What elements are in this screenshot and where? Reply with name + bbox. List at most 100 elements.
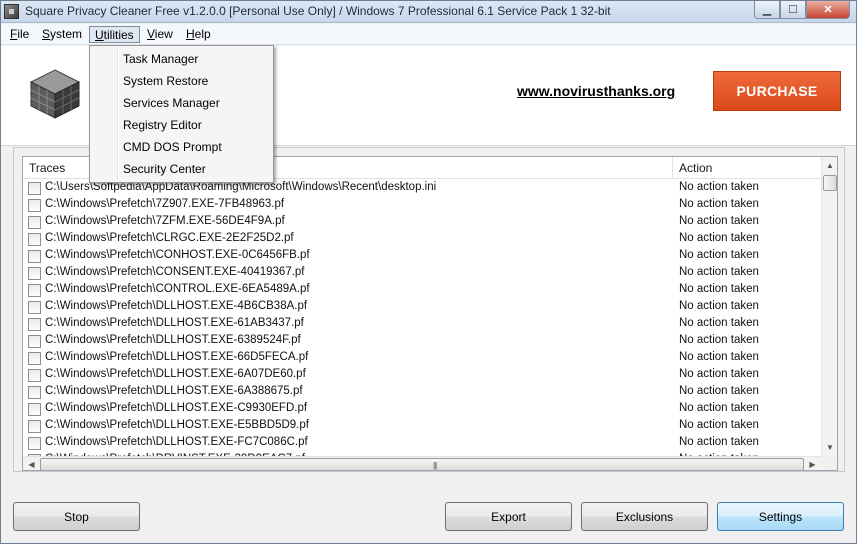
row-checkbox[interactable] bbox=[28, 267, 41, 280]
trace-path: C:\Windows\Prefetch\DLLHOST.EXE-E5BBD5D9… bbox=[45, 419, 309, 431]
row-checkbox[interactable] bbox=[28, 403, 41, 416]
menu-item-task-manager[interactable]: Task Manager bbox=[92, 48, 271, 70]
close-icon: ✕ bbox=[823, 4, 833, 16]
table-row[interactable]: C:\Windows\Prefetch\DLLHOST.EXE-4B6CB38A… bbox=[23, 299, 821, 316]
menu-file[interactable]: File bbox=[5, 26, 34, 43]
row-checkbox[interactable] bbox=[28, 369, 41, 382]
title-bar: Square Privacy Cleaner Free v1.2.0.0 [Pe… bbox=[1, 1, 856, 23]
table-row[interactable]: C:\Windows\Prefetch\DLLHOST.EXE-FC7C086C… bbox=[23, 435, 821, 452]
table-row[interactable]: C:\Windows\Prefetch\CONTROL.EXE-6EA5489A… bbox=[23, 282, 821, 299]
maximize-button[interactable]: ☐ bbox=[780, 1, 806, 19]
table-row[interactable]: C:\Windows\Prefetch\CONHOST.EXE-0C6456FB… bbox=[23, 248, 821, 265]
trace-path: C:\Windows\Prefetch\DLLHOST.EXE-C9930EFD… bbox=[45, 402, 308, 414]
menu-item-services-manager[interactable]: Services Manager bbox=[92, 92, 271, 114]
stop-button[interactable]: Stop bbox=[13, 502, 140, 531]
website-link[interactable]: www.novirusthanks.org bbox=[517, 83, 675, 99]
utilities-dropdown-menu: Task Manager System Restore Services Man… bbox=[89, 45, 274, 183]
scroll-left-icon[interactable]: ◀ bbox=[23, 457, 40, 470]
row-checkbox[interactable] bbox=[28, 233, 41, 246]
trace-action: No action taken bbox=[679, 402, 759, 414]
row-checkbox[interactable] bbox=[28, 199, 41, 212]
menu-view-label: iew bbox=[154, 27, 173, 41]
table-row[interactable]: C:\Windows\Prefetch\7ZFM.EXE-56DE4F9A.pf… bbox=[23, 214, 821, 231]
menu-system[interactable]: System bbox=[37, 26, 87, 43]
vertical-scroll-thumb[interactable] bbox=[823, 175, 837, 191]
export-button[interactable]: Export bbox=[445, 502, 572, 531]
row-checkbox[interactable] bbox=[28, 335, 41, 348]
row-checkbox[interactable] bbox=[28, 182, 41, 195]
trace-path: C:\Windows\Prefetch\DLLHOST.EXE-66D5FECA… bbox=[45, 351, 309, 363]
trace-action: No action taken bbox=[679, 334, 759, 346]
trace-path: C:\Windows\Prefetch\DLLHOST.EXE-6389524F… bbox=[45, 334, 301, 346]
trace-action: No action taken bbox=[679, 368, 759, 380]
purchase-button[interactable]: PURCHASE bbox=[713, 71, 841, 111]
row-checkbox[interactable] bbox=[28, 301, 41, 314]
scroll-up-icon[interactable]: ▲ bbox=[822, 157, 837, 174]
scroll-down-icon[interactable]: ▼ bbox=[822, 439, 837, 456]
menu-item-system-restore[interactable]: System Restore bbox=[92, 70, 271, 92]
app-cube-icon[interactable] bbox=[4, 4, 19, 19]
horizontal-scrollbar[interactable]: ◀ ||| ▶ bbox=[23, 456, 821, 470]
row-checkbox[interactable] bbox=[28, 216, 41, 229]
table-row[interactable]: C:\Windows\Prefetch\7Z907.EXE-7FB48963.p… bbox=[23, 197, 821, 214]
table-row[interactable]: C:\Windows\Prefetch\DLLHOST.EXE-E5BBD5D9… bbox=[23, 418, 821, 435]
settings-button[interactable]: Settings bbox=[717, 502, 844, 531]
trace-path: C:\Windows\Prefetch\CONSENT.EXE-40419367… bbox=[45, 266, 305, 278]
table-row[interactable]: C:\Windows\Prefetch\DLLHOST.EXE-61AB3437… bbox=[23, 316, 821, 333]
menu-file-label: ile bbox=[17, 27, 30, 41]
minimize-button[interactable]: ▁ bbox=[754, 1, 780, 19]
table-row[interactable]: C:\Windows\Prefetch\DLLHOST.EXE-6A388675… bbox=[23, 384, 821, 401]
menu-view[interactable]: View bbox=[142, 26, 178, 43]
table-row[interactable]: C:\Windows\Prefetch\DLLHOST.EXE-66D5FECA… bbox=[23, 350, 821, 367]
row-checkbox[interactable] bbox=[28, 318, 41, 331]
vertical-scrollbar[interactable]: ▲ ▼ bbox=[821, 157, 837, 456]
table-row[interactable]: C:\Windows\Prefetch\DLLHOST.EXE-6A07DE60… bbox=[23, 367, 821, 384]
trace-action: No action taken bbox=[679, 300, 759, 312]
trace-path: C:\Windows\Prefetch\CONHOST.EXE-0C6456FB… bbox=[45, 249, 310, 261]
traces-panel: Traces Action C:\Users\Softpedia\AppData… bbox=[13, 147, 845, 472]
menu-bar: File System Utilities View Help bbox=[1, 24, 856, 45]
column-header-action[interactable]: Action bbox=[673, 157, 821, 179]
menu-help[interactable]: Help bbox=[181, 26, 216, 43]
menu-system-label: ystem bbox=[50, 27, 83, 41]
trace-action: No action taken bbox=[679, 181, 759, 193]
menu-system-mnemonic: S bbox=[42, 27, 51, 41]
trace-path: C:\Windows\Prefetch\CONTROL.EXE-6EA5489A… bbox=[45, 283, 310, 295]
row-checkbox[interactable] bbox=[28, 420, 41, 433]
table-row[interactable]: C:\Windows\Prefetch\DLLHOST.EXE-C9930EFD… bbox=[23, 401, 821, 418]
trace-action: No action taken bbox=[679, 351, 759, 363]
table-row[interactable]: C:\Windows\Prefetch\DLLHOST.EXE-6389524F… bbox=[23, 333, 821, 350]
minimize-icon: ▁ bbox=[762, 4, 772, 16]
trace-action: No action taken bbox=[679, 198, 759, 210]
close-button[interactable]: ✕ bbox=[806, 1, 850, 19]
menu-utilities[interactable]: Utilities bbox=[89, 26, 140, 43]
table-row[interactable]: C:\Windows\Prefetch\CLRGC.EXE-2E2F25D2.p… bbox=[23, 231, 821, 248]
horizontal-scroll-thumb[interactable]: ||| bbox=[40, 458, 804, 470]
menu-item-registry-editor[interactable]: Registry Editor bbox=[92, 114, 271, 136]
maximize-icon: ☐ bbox=[788, 4, 798, 16]
scroll-corner bbox=[821, 456, 837, 470]
trace-action: No action taken bbox=[679, 283, 759, 295]
menu-utilities-label: tilities bbox=[103, 28, 134, 42]
row-checkbox[interactable] bbox=[28, 250, 41, 263]
trace-action: No action taken bbox=[679, 317, 759, 329]
row-checkbox[interactable] bbox=[28, 437, 41, 450]
menu-help-label: elp bbox=[194, 27, 211, 41]
trace-path: C:\Windows\Prefetch\DLLHOST.EXE-4B6CB38A… bbox=[45, 300, 308, 312]
menu-item-security-center[interactable]: Security Center bbox=[92, 158, 271, 180]
row-checkbox[interactable] bbox=[28, 284, 41, 297]
traces-table: Traces Action C:\Users\Softpedia\AppData… bbox=[22, 156, 838, 471]
exclusions-button[interactable]: Exclusions bbox=[581, 502, 708, 531]
trace-path: C:\Windows\Prefetch\DLLHOST.EXE-FC7C086C… bbox=[45, 436, 308, 448]
trace-path: C:\Windows\Prefetch\DLLHOST.EXE-6A07DE60… bbox=[45, 368, 306, 380]
row-checkbox[interactable] bbox=[28, 386, 41, 399]
trace-path: C:\Windows\Prefetch\7ZFM.EXE-56DE4F9A.pf bbox=[45, 215, 285, 227]
trace-action: No action taken bbox=[679, 249, 759, 261]
row-checkbox[interactable] bbox=[28, 352, 41, 365]
trace-path: C:\Windows\Prefetch\DLLHOST.EXE-61AB3437… bbox=[45, 317, 304, 329]
trace-action: No action taken bbox=[679, 436, 759, 448]
table-row[interactable]: C:\Windows\Prefetch\CONSENT.EXE-40419367… bbox=[23, 265, 821, 282]
menu-utilities-mnemonic: U bbox=[95, 28, 104, 42]
scroll-right-icon[interactable]: ▶ bbox=[804, 457, 821, 470]
menu-item-cmd-dos-prompt[interactable]: CMD DOS Prompt bbox=[92, 136, 271, 158]
